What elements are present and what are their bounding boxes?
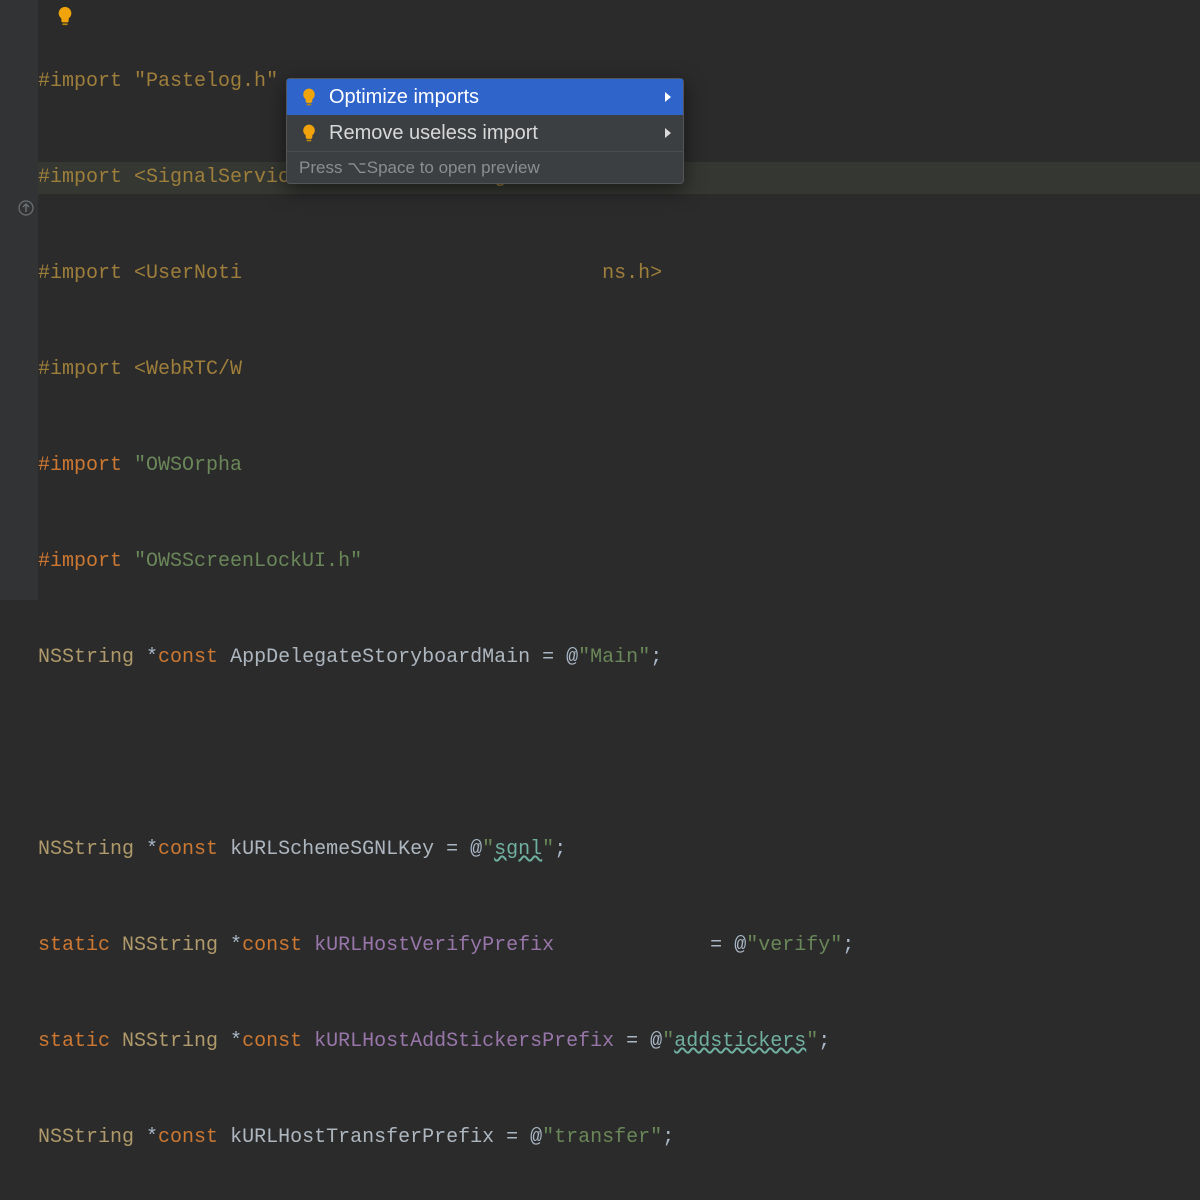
- submenu-arrow-icon: [665, 128, 671, 138]
- code-line: #import <WebRTC/W: [38, 354, 1200, 386]
- code-line: #import "OWSScreenLockUI.h": [38, 546, 1200, 578]
- code-line: NSString *const AppDelegateStoryboardMai…: [38, 642, 1200, 674]
- override-marker-icon[interactable]: [18, 196, 34, 212]
- editor-gutter: [0, 0, 38, 600]
- code-line: NSString *const kURLHostTransferPrefix =…: [38, 1122, 1200, 1154]
- code-line: #import <UserNoti fications/UserNotifica…: [38, 258, 1200, 290]
- submenu-arrow-icon: [665, 92, 671, 102]
- popup-hint: Press ⌥Space to open preview: [287, 151, 683, 183]
- code-line: #import "OWSOrpha: [38, 450, 1200, 482]
- code-line: NSString *const kURLSchemeSGNLKey = @"sg…: [38, 834, 1200, 866]
- lightbulb-icon: [299, 123, 319, 143]
- code-line: static NSString *const kURLHostVerifyPre…: [38, 930, 1200, 962]
- intention-actions-popup[interactable]: Optimize imports Remove useless import P…: [286, 78, 684, 184]
- popup-item-label: Remove useless import: [329, 123, 655, 143]
- popup-item-label: Optimize imports: [329, 87, 655, 107]
- popup-item-optimize-imports[interactable]: Optimize imports: [287, 79, 683, 115]
- lightbulb-icon: [299, 87, 319, 107]
- code-line: [38, 738, 1200, 770]
- popup-item-remove-useless-import[interactable]: Remove useless import: [287, 115, 683, 151]
- code-line: static NSString *const kURLHostAddSticke…: [38, 1026, 1200, 1058]
